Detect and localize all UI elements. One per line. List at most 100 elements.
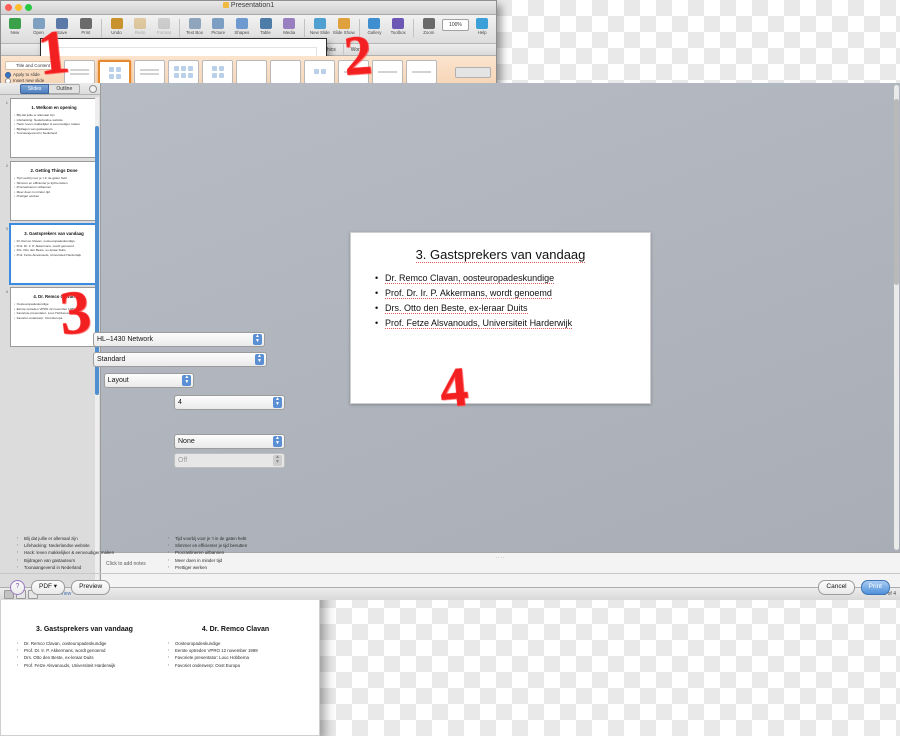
handout-bullet: Slimmer en efficienter je tijd benutten — [168, 542, 303, 549]
toolbar-button-text-box[interactable]: Text Box — [184, 17, 206, 36]
bullet-glyph: ▪ — [14, 243, 16, 248]
toolbar-button-redo[interactable]: Redo — [129, 17, 151, 36]
toolbar-button-help[interactable]: Help — [471, 17, 493, 36]
toolbar-button-new[interactable]: New — [4, 17, 26, 36]
layout-thumb[interactable] — [134, 59, 165, 84]
bullet-glyph: ▪ — [14, 302, 16, 306]
slide-thumbnail[interactable]: 1. Welkom en opening ▪ Blij dat jullie er … — [10, 98, 98, 158]
toolbar-button-new-slide[interactable]: New Slide — [309, 17, 331, 36]
border-select[interactable]: None ▲ ▼ — [174, 434, 285, 449]
layout-thumb[interactable] — [168, 59, 199, 84]
toolbar-separator — [304, 19, 306, 37]
thumbnail-title: 2. Getting Things Done — [30, 168, 78, 173]
handout-bullet: Eerste optreden VPRO 12 november 1989 — [168, 647, 303, 654]
layout-thumb[interactable] — [406, 59, 437, 84]
media-icon — [278, 17, 300, 30]
handout-bullet: Prof. Fetze Alsvanouds, Universiteit Har… — [17, 662, 152, 669]
toolbar-button-label: Print — [81, 30, 91, 35]
bullet-glyph: ▪ — [14, 189, 16, 194]
slide-thumbnail-row[interactable]: 1 1. Welkom en opening ▪ Blij dat jullie er… — [0, 98, 100, 161]
handout-bullet: Blij dat jullie er allemaal zijn — [17, 535, 152, 542]
slide-bullet: Drs. Otto den Beste, ex-leraar Duits — [375, 301, 640, 316]
toolbar-button-picture[interactable]: Picture — [207, 17, 229, 36]
slide-bullet-list[interactable]: Dr. Remco Clavan, oosteuropadeskundigePr… — [361, 271, 640, 331]
handout-bullet: Bijdragen van gastauteurs — [17, 557, 152, 564]
chevron-updown-icon: ▲ ▼ — [273, 455, 282, 466]
slide-thumbnail[interactable]: 3. Gastsprekers van vandaag ▪ Dr. Remco Cl… — [9, 223, 99, 285]
handout-slide: 3. Gastsprekers van vandaag Dr. Remco Cla… — [17, 626, 152, 717]
handout-bullet: Oosteuropadeskundige — [168, 640, 303, 647]
pages-per-sheet-select[interactable]: 4 ▲ ▼ — [174, 395, 285, 410]
bullet-glyph: ▪ — [14, 113, 16, 117]
layout-thumb[interactable] — [304, 59, 335, 84]
window-titlebar: Presentation1 — [1, 1, 496, 15]
layout-thumb[interactable] — [270, 59, 301, 84]
print-section-select[interactable]: Layout ▲ ▼ — [103, 373, 195, 388]
toolbar-button-label: New Slide — [309, 30, 330, 35]
presets-select[interactable]: Standard ▲ ▼ — [93, 352, 267, 367]
layout-thumbnails — [64, 59, 437, 86]
print-icon — [75, 17, 97, 30]
toolbar-button-toolbox[interactable]: Toolbox — [387, 17, 409, 36]
picture-icon — [207, 17, 229, 30]
step-marker-3: 3 — [57, 277, 94, 349]
toolbar-button-label: Table — [260, 30, 271, 35]
bullet-glyph: ▪ — [14, 180, 16, 185]
gallery-pager[interactable] — [455, 67, 491, 78]
toolbar-button-format[interactable]: Format — [153, 17, 175, 36]
bullet-glyph: ▪ — [14, 176, 16, 180]
handout-bullet: Prettiger werken — [168, 564, 303, 571]
slide-title[interactable]: 3. Gastsprekers van vandaag — [361, 246, 640, 263]
handout-bullet: Hack: leven makkelijker & eenvoudiger ma… — [17, 549, 152, 556]
workspace: Slides Outline 1 1. Welkom en opening ▪ Bli… — [0, 83, 900, 587]
toolbar-button-label: New — [10, 30, 20, 35]
format-icon — [153, 17, 175, 30]
handout-slide-title: 4. Dr. Remco Clavan — [201, 626, 270, 633]
thumbnail-title: 3. Gastsprekers van vandaag — [24, 231, 84, 236]
current-slide[interactable]: 3. Gastsprekers van vandaag Dr. Remco Cl… — [350, 231, 651, 404]
layout-thumb[interactable] — [202, 59, 233, 84]
bullet-glyph: ▪ — [14, 126, 16, 131]
toolbar-button-print[interactable]: Print — [75, 17, 97, 36]
toolbar-button-label: Undo — [111, 30, 122, 35]
printer-select[interactable]: HL–1430 Network ▲ ▼ — [93, 332, 265, 347]
toolbar-button-label: Toolbox — [390, 30, 406, 35]
chevron-updown-icon: ▲ ▼ — [273, 436, 282, 447]
bullet-glyph: ▪ — [14, 117, 16, 122]
handout-bullet-list: Tijd voorbij voor je 't in de gaten hebt… — [168, 535, 303, 571]
layout-thumb[interactable] — [372, 59, 403, 84]
new-slide-icon — [309, 17, 331, 30]
toolbar-button-label: Format — [156, 30, 171, 35]
bullet-glyph: ▪ — [14, 252, 16, 257]
handout-bullet: Meer doen in minder tijd — [168, 557, 303, 564]
toolbar-button-label: Zoom — [423, 30, 435, 35]
toolbar-button-zoom[interactable]: Zoom — [418, 17, 440, 36]
slide-bullet: Prof. Dr. Ir. P. Akkermans, wordt genoem… — [375, 286, 640, 301]
toolbar-button-undo[interactable]: Undo — [106, 17, 128, 36]
handout-bullet-list: Dr. Remco Clavan, oosteuropadeskundigePr… — [17, 640, 152, 669]
two-sided-select: Off ▲ ▼ — [174, 453, 285, 468]
sidebar-scrollbar[interactable] — [95, 97, 99, 585]
toolbar-button-label: Shapes — [234, 30, 250, 35]
handout-slide: 4. Dr. Remco Clavan OosteuropadeskundigeE… — [168, 626, 303, 717]
slide-thumbnail-row[interactable]: 2 2. Getting Things Done ▪ Tijd voorbij voo… — [0, 161, 100, 224]
toolbar-button-table[interactable]: Table — [255, 17, 277, 36]
toolbar-button-media[interactable]: Media — [278, 17, 300, 36]
chevron-updown-icon: ▲ ▼ — [253, 334, 262, 345]
layout-thumb[interactable] — [236, 59, 267, 84]
bullet-glyph: ▪ — [14, 306, 16, 311]
shapes-icon — [231, 17, 253, 30]
slide-number: 3 — [5, 226, 8, 231]
step-marker-1: 1 — [34, 17, 73, 89]
gear-icon[interactable] — [89, 85, 97, 93]
zoom-input[interactable]: 100% — [441, 19, 470, 31]
slide-thumbnail-list[interactable]: 1 1. Welkom en opening ▪ Blij dat jullie er… — [0, 95, 100, 587]
layout-thumb-selected[interactable] — [98, 59, 131, 86]
new-icon — [4, 17, 26, 30]
editing-area: 3. Gastsprekers van vandaag Dr. Remco Cl… — [101, 83, 900, 587]
bullet-glyph: ▪ — [14, 185, 16, 190]
toolbar-button-label: Media — [283, 30, 296, 35]
toolbar-button-shapes[interactable]: Shapes — [231, 17, 253, 36]
slide-thumbnail[interactable]: 2. Getting Things Done ▪ Tijd voorbij voor… — [10, 161, 98, 221]
step-marker-4: 4 — [437, 355, 471, 421]
